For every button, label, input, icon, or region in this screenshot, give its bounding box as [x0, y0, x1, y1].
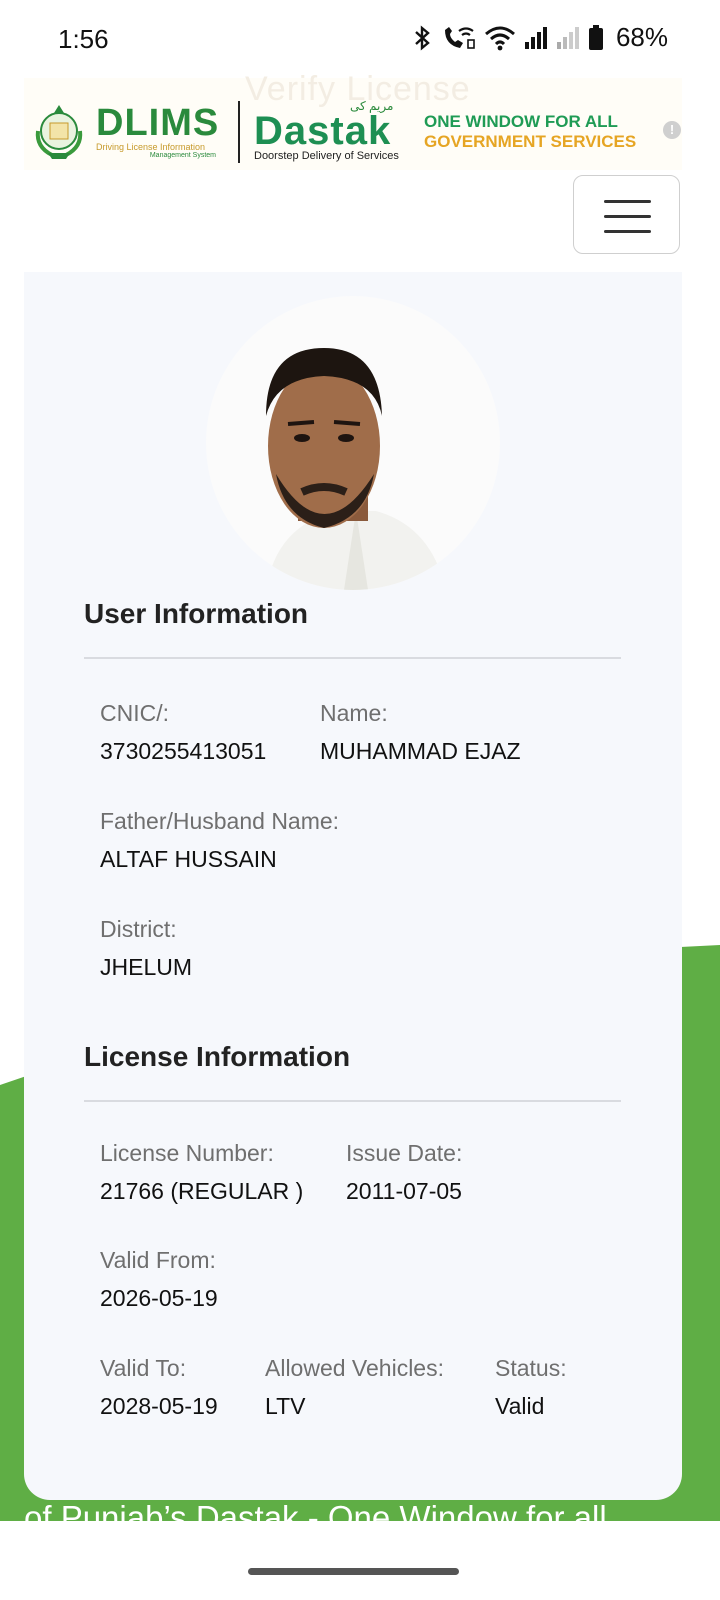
- dlims-name: DLIMS: [96, 102, 220, 144]
- signal-weak-icon: [556, 26, 579, 49]
- punjab-emblem-icon: [35, 104, 83, 159]
- valid-to-value: 2028-05-19: [100, 1393, 218, 1419]
- dastak-name: Dastak: [254, 109, 392, 153]
- profile-photo: [206, 296, 500, 590]
- header-logos: DLIMS Driving License Information Manage…: [30, 100, 636, 163]
- status-label: Status:: [495, 1355, 567, 1381]
- hamburger-menu-icon: [604, 200, 651, 203]
- profile-photo-image: [266, 348, 446, 590]
- user-info-divider: [84, 657, 621, 659]
- license-number-value: 21766 (REGULAR ): [100, 1178, 304, 1204]
- dlims-logo: DLIMS Driving License Information Manage…: [96, 104, 226, 159]
- cnic-value: 3730255413051: [100, 738, 267, 764]
- license-number-label: License Number:: [100, 1140, 274, 1166]
- battery-percent: 68%: [615, 22, 668, 52]
- license-info-divider: [84, 1100, 621, 1102]
- hamburger-bar: [604, 215, 651, 218]
- wifi-icon: [484, 26, 515, 50]
- valid-from-label: Valid From:: [100, 1247, 216, 1273]
- issue-date-label: Issue Date:: [346, 1140, 463, 1166]
- name-value: MUHAMMAD EJAZ: [320, 738, 521, 764]
- user-info-title: User Information: [84, 598, 309, 629]
- bluetooth-icon: [415, 24, 430, 51]
- issue-date-value: 2011-07-05: [346, 1178, 462, 1204]
- home-indicator[interactable]: [248, 1568, 459, 1575]
- footer-marquee-text: of Punjab’s Dastak - One Window for all: [24, 1499, 607, 1521]
- one-window-line2: GOVERNMENT SERVICES: [424, 131, 637, 151]
- name-label: Name:: [320, 700, 388, 726]
- district-label: District:: [100, 916, 177, 942]
- allowed-vehicles-value: LTV: [265, 1393, 306, 1419]
- valid-to-label: Valid To:: [100, 1355, 187, 1381]
- dastak-logo: مریم کی Dastak Doorstep Delivery of Serv…: [254, 100, 414, 163]
- one-window-line1: ONE WINDOW FOR ALL: [424, 111, 618, 131]
- father-name-label: Father/Husband Name:: [100, 808, 340, 834]
- hamburger-menu-button[interactable]: [573, 175, 680, 254]
- valid-from-value: 2026-05-19: [100, 1285, 218, 1311]
- hamburger-bar: [604, 230, 651, 233]
- one-window-tagline: ONE WINDOW FOR ALL GOVERNMENT SERVICES: [424, 112, 636, 152]
- logo-divider: [238, 100, 240, 163]
- dastak-tagline: Doorstep Delivery of Services: [254, 150, 399, 162]
- cnic-label: CNIC/:: [100, 700, 169, 726]
- dlims-subtitle2: Management System: [149, 152, 216, 159]
- battery-icon: [588, 24, 603, 50]
- navigation-bar: [0, 1521, 720, 1600]
- status-bar: 1:56 68%: [0, 0, 720, 80]
- status-icons: 68%: [412, 22, 668, 53]
- district-value: JHELUM: [100, 954, 193, 980]
- wifi-calling-icon: [444, 26, 475, 49]
- license-info-title: License Information: [84, 1041, 351, 1072]
- allowed-vehicles-label: Allowed Vehicles:: [265, 1355, 444, 1381]
- status-time: 1:56: [58, 24, 109, 54]
- status-value: Valid: [495, 1393, 545, 1419]
- father-name-value: ALTAF HUSSAIN: [100, 846, 277, 872]
- info-icon[interactable]: !: [663, 121, 681, 139]
- signal-icon: [524, 26, 547, 49]
